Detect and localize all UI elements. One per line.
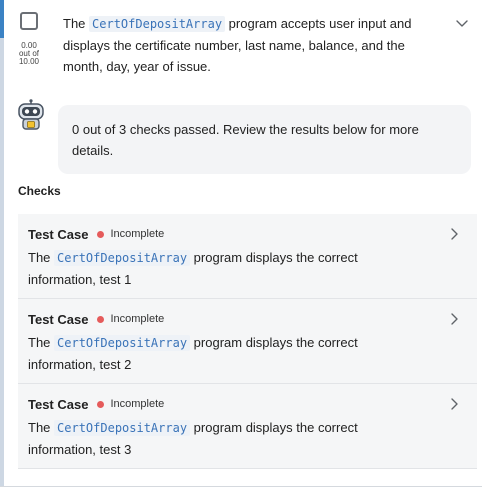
desc-code: CertOfDepositArray xyxy=(54,420,191,436)
chevron-right-icon[interactable] xyxy=(449,227,459,241)
task-text-before: The xyxy=(63,16,90,31)
status-dot-icon xyxy=(97,230,105,238)
desc-before: The xyxy=(28,335,55,350)
score-max: 10.00 xyxy=(18,57,40,66)
desc-code: CertOfDepositArray xyxy=(54,335,191,351)
desc-before: The xyxy=(28,420,55,435)
test-case-description: The CertOfDepositArray program displays … xyxy=(28,332,408,376)
robot-avatar-icon xyxy=(18,99,44,130)
task-item: 0.00 out of 10.00 The CertOfDepositArray… xyxy=(9,10,479,86)
task-checkbox[interactable] xyxy=(20,12,38,30)
test-case-status: Incomplete xyxy=(110,398,165,410)
chevron-right-icon[interactable] xyxy=(449,312,459,326)
left-accent-bar xyxy=(0,0,4,486)
test-case-title: Test Case xyxy=(28,311,89,327)
test-case-status: Incomplete xyxy=(110,313,165,325)
status-dot-icon xyxy=(97,315,105,323)
desc-before: The xyxy=(28,250,55,265)
chevron-down-icon[interactable] xyxy=(455,16,469,30)
test-case-row[interactable]: Test Case Incomplete The CertOfDepositAr… xyxy=(18,384,477,469)
chevron-right-icon[interactable] xyxy=(449,397,459,411)
test-case-status: Incomplete xyxy=(110,228,165,240)
checks-heading: Checks xyxy=(18,184,61,198)
task-code-name: CertOfDepositArray xyxy=(89,16,226,32)
test-case-title: Test Case xyxy=(28,396,89,412)
test-case-description: The CertOfDepositArray program displays … xyxy=(28,417,408,461)
test-case-description: The CertOfDepositArray program displays … xyxy=(28,247,408,291)
feedback-message: 0 out of 3 checks passed. Review the res… xyxy=(72,122,419,158)
feedback-message-box: 0 out of 3 checks passed. Review the res… xyxy=(58,105,471,174)
desc-code: CertOfDepositArray xyxy=(54,250,191,266)
checks-list: Test Case Incomplete The CertOfDepositAr… xyxy=(18,214,477,469)
bottom-divider xyxy=(0,486,482,487)
left-accent-active xyxy=(0,0,4,38)
test-case-row[interactable]: Test Case Incomplete The CertOfDepositAr… xyxy=(18,299,477,384)
test-case-title: Test Case xyxy=(28,226,89,242)
status-dot-icon xyxy=(97,400,105,408)
task-score: 0.00 out of 10.00 xyxy=(9,42,49,66)
task-description: The CertOfDepositArray program accepts u… xyxy=(63,13,443,77)
test-case-row[interactable]: Test Case Incomplete The CertOfDepositAr… xyxy=(18,214,477,299)
